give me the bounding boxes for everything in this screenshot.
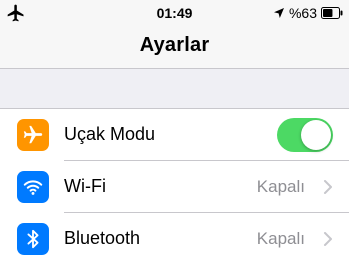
page-title: Ayarlar: [139, 34, 210, 56]
status-bar: 01:49 %63: [0, 0, 349, 26]
chevron-right-icon: [324, 232, 332, 246]
bluetooth-icon-box: [17, 223, 49, 255]
setting-row-airplane-mode[interactable]: Uçak Modu: [0, 109, 349, 161]
airplane-icon: [23, 125, 43, 144]
setting-value: Kapalı: [256, 177, 305, 196]
battery-percentage: %63: [288, 5, 317, 21]
status-right-group: %63: [273, 4, 343, 22]
wifi-icon: [23, 180, 43, 195]
wifi-icon-box: [17, 171, 49, 203]
airplane-mode-toggle[interactable]: [277, 118, 333, 152]
airplane-mode-icon-box: [17, 119, 49, 151]
chevron-right-icon: [324, 180, 332, 194]
toggle-knob: [301, 120, 331, 150]
setting-value: Kapalı: [256, 229, 305, 248]
setting-row-wifi[interactable]: Wi-Fi Kapalı: [0, 161, 349, 213]
navigation-bar: Ayarlar: [0, 26, 349, 69]
setting-label: Bluetooth: [64, 228, 141, 248]
settings-list: Uçak Modu Wi-Fi Kapalı Bluetooth Kapalı: [0, 108, 349, 265]
location-arrow-icon: [273, 8, 284, 18]
setting-label: Wi-Fi: [64, 176, 106, 196]
battery-icon: [321, 7, 343, 19]
setting-label: Uçak Modu: [64, 124, 156, 144]
bluetooth-icon: [27, 229, 39, 249]
setting-row-bluetooth[interactable]: Bluetooth Kapalı: [0, 213, 349, 265]
